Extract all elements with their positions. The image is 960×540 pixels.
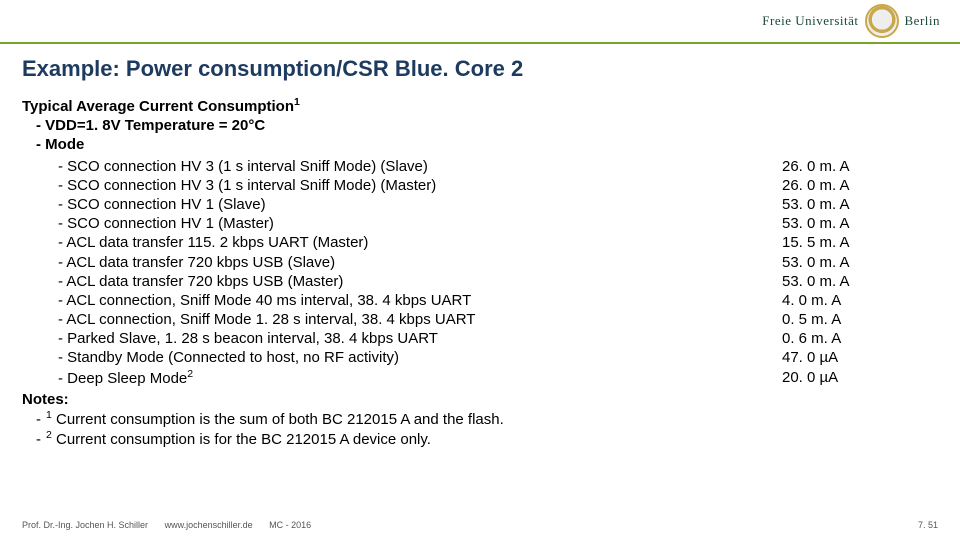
note-2: -2 Current consumption is for the BC 212…	[22, 429, 938, 449]
slide-footer: Prof. Dr.-Ing. Jochen H. Schiller www.jo…	[22, 520, 938, 530]
row-value: 26. 0 m. A	[782, 157, 882, 176]
table-row: Parked Slave, 1. 28 s beacon interval, 3…	[22, 329, 938, 348]
table-row: ACL connection, Sniff Mode 1. 28 s inter…	[22, 310, 938, 329]
row-value: 53. 0 m. A	[782, 272, 882, 291]
university-seal-icon	[865, 4, 899, 38]
row-label: Parked Slave, 1. 28 s beacon interval, 3…	[22, 329, 782, 348]
row-label: SCO connection HV 1 (Slave)	[22, 195, 782, 214]
row-label: ACL connection, Sniff Mode 1. 28 s inter…	[22, 310, 782, 329]
row-value: 53. 0 m. A	[782, 214, 882, 233]
row-label: Deep Sleep Mode2	[22, 368, 782, 388]
footer-page: 7. 51	[918, 520, 938, 530]
university-name-left: Freie Universität	[762, 13, 858, 29]
footer-left: Prof. Dr.-Ing. Jochen H. Schiller www.jo…	[22, 520, 325, 530]
row-label: ACL data transfer 115. 2 kbps UART (Mast…	[22, 233, 782, 252]
table-row: SCO connection HV 1 (Slave)53. 0 m. A	[22, 195, 938, 214]
table-row: ACL connection, Sniff Mode 40 ms interva…	[22, 291, 938, 310]
university-logo-block: Freie Universität Berlin	[762, 4, 940, 38]
footer-author: Prof. Dr.-Ing. Jochen H. Schiller	[22, 520, 148, 530]
row-label: ACL connection, Sniff Mode 40 ms interva…	[22, 291, 782, 310]
table-row: Standby Mode (Connected to host, no RF a…	[22, 348, 938, 367]
footer-course: MC - 2016	[269, 520, 311, 530]
row-value: 0. 5 m. A	[782, 310, 882, 329]
row-label: SCO connection HV 1 (Master)	[22, 214, 782, 233]
table-row: SCO connection HV 1 (Master)53. 0 m. A	[22, 214, 938, 233]
row-label: Standby Mode (Connected to host, no RF a…	[22, 348, 782, 367]
section-heading: Typical Average Current Consumption1	[22, 96, 938, 116]
row-value: 4. 0 m. A	[782, 291, 882, 310]
consumption-table: SCO connection HV 3 (1 s interval Sniff …	[22, 157, 938, 388]
header-divider	[0, 42, 960, 44]
row-value: 15. 5 m. A	[782, 233, 882, 252]
row-value: 47. 0 µA	[782, 348, 882, 367]
table-row: ACL data transfer 115. 2 kbps UART (Mast…	[22, 233, 938, 252]
slide-content: Typical Average Current Consumption1 - V…	[22, 96, 938, 449]
table-row: ACL data transfer 720 kbps USB (Slave)53…	[22, 253, 938, 272]
row-value: 53. 0 m. A	[782, 253, 882, 272]
row-label: ACL data transfer 720 kbps USB (Slave)	[22, 253, 782, 272]
table-row: SCO connection HV 3 (1 s interval Sniff …	[22, 176, 938, 195]
row-label: ACL data transfer 720 kbps USB (Master)	[22, 272, 782, 291]
table-row: ACL data transfer 720 kbps USB (Master)5…	[22, 272, 938, 291]
row-label: SCO connection HV 3 (1 s interval Sniff …	[22, 157, 782, 176]
row-label: SCO connection HV 3 (1 s interval Sniff …	[22, 176, 782, 195]
slide-title: Example: Power consumption/CSR Blue. Cor…	[22, 56, 523, 82]
row-value: 26. 0 m. A	[782, 176, 882, 195]
slide: Freie Universität Berlin Example: Power …	[0, 0, 960, 540]
table-row: SCO connection HV 3 (1 s interval Sniff …	[22, 157, 938, 176]
footer-url: www.jochenschiller.de	[165, 520, 253, 530]
table-row: Deep Sleep Mode220. 0 µA	[22, 368, 938, 388]
notes-heading: Notes:	[22, 390, 938, 409]
row-value: 20. 0 µA	[782, 368, 882, 388]
university-name-right: Berlin	[905, 13, 941, 29]
mode-heading: - Mode	[22, 135, 938, 154]
row-value: 53. 0 m. A	[782, 195, 882, 214]
row-value: 0. 6 m. A	[782, 329, 882, 348]
conditions-line: - VDD=1. 8V Temperature = 20°C	[22, 116, 938, 135]
note-1: -1 Current consumption is the sum of bot…	[22, 409, 938, 429]
